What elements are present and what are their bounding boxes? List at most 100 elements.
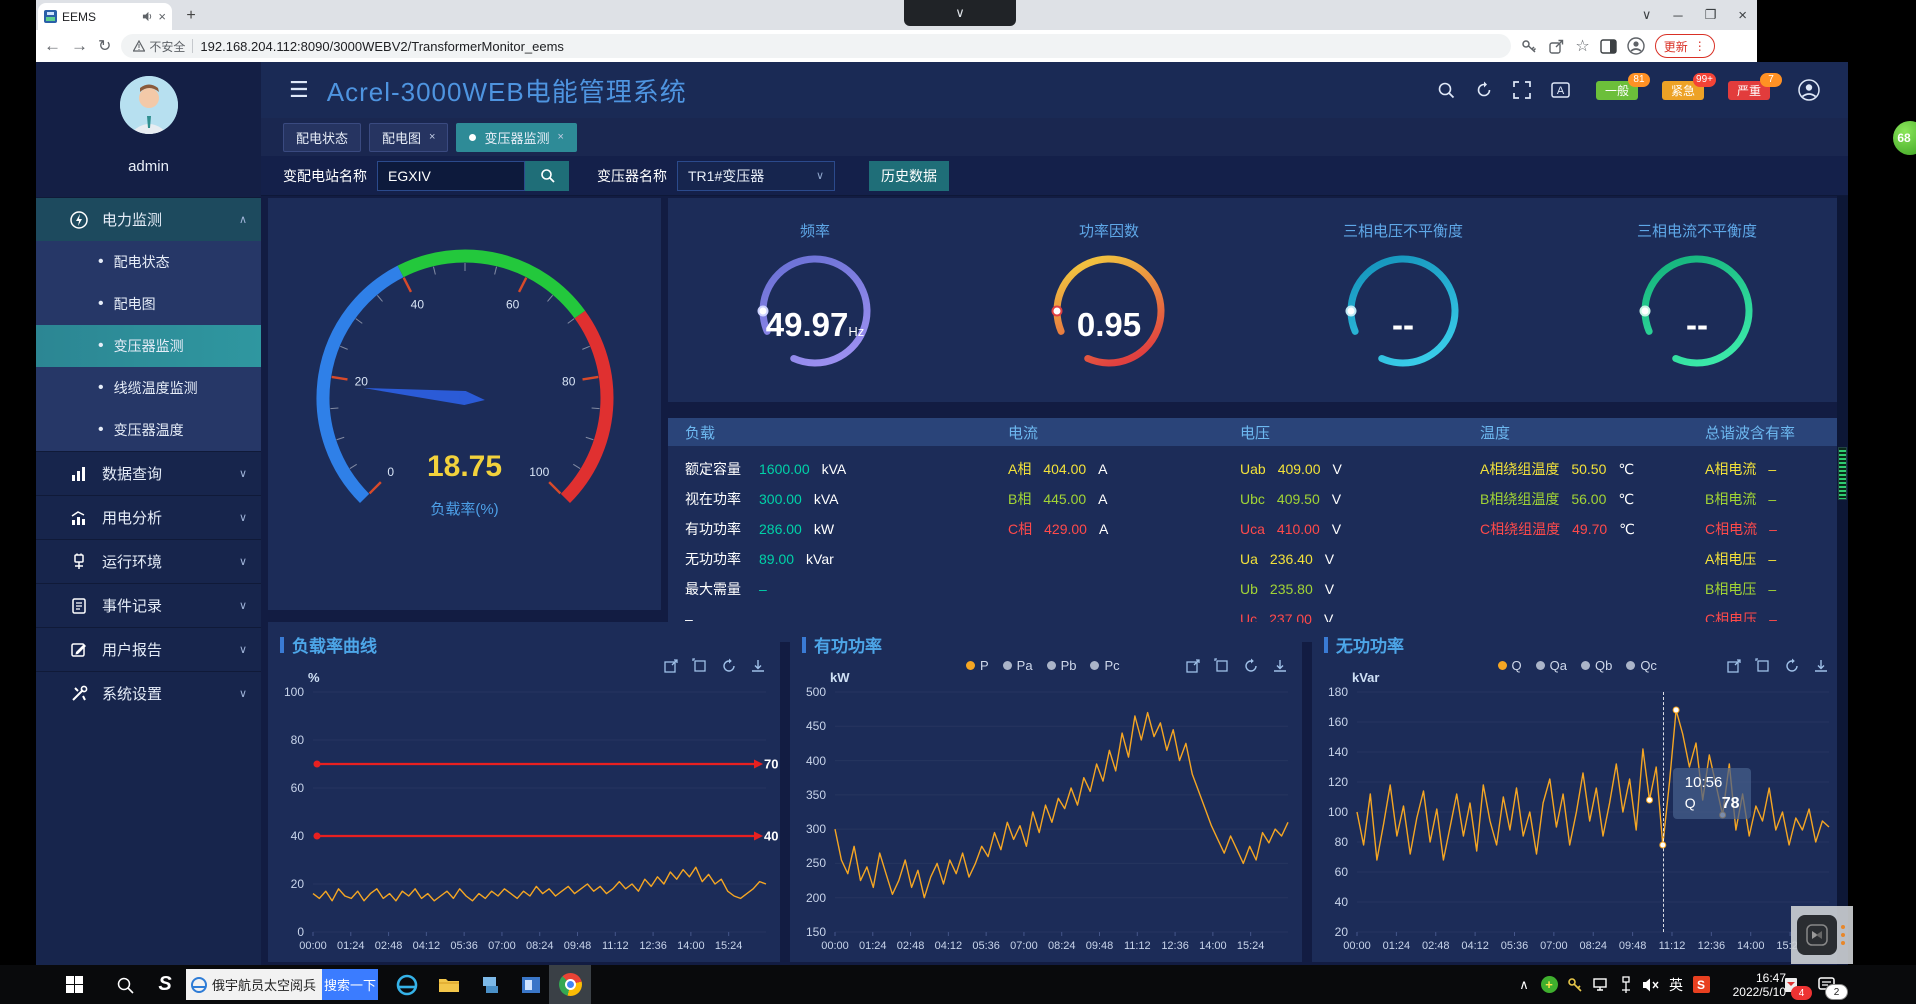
fullscreen-icon[interactable] xyxy=(1513,81,1531,99)
y-tick-label: 180 xyxy=(1314,685,1348,699)
ie-browser-icon[interactable] xyxy=(388,965,426,1004)
sidebar-item-变压器温度[interactable]: •变压器温度 xyxy=(36,409,261,451)
sogou-icon[interactable]: S xyxy=(148,965,182,1004)
tray-volume-muted-icon[interactable] xyxy=(1638,965,1664,1004)
kebab-menu-icon[interactable]: ⋮ xyxy=(1694,39,1706,53)
refresh-sync-icon[interactable] xyxy=(1475,81,1493,99)
events-icon xyxy=(70,597,88,615)
not-secure-warning[interactable]: 不安全 xyxy=(133,38,185,55)
translate-icon[interactable]: A xyxy=(1551,81,1570,99)
sidebar-group-事件记录[interactable]: 事件记录∨ xyxy=(36,583,261,627)
tray-message-icon[interactable]: 2 xyxy=(1812,965,1844,1004)
tray-usb-icon[interactable] xyxy=(1614,965,1638,1004)
sidebar-group-用电分析[interactable]: 用电分析 ∨ xyxy=(36,495,261,539)
tab-search-chevron-icon[interactable]: ∨ xyxy=(1642,7,1652,23)
page-scrollbar[interactable] xyxy=(1837,196,1848,965)
station-search-button[interactable] xyxy=(525,161,569,191)
bookmark-star-icon[interactable]: ☆ xyxy=(1575,36,1589,56)
tray-network-icon[interactable] xyxy=(1588,965,1614,1004)
hamburger-menu-icon[interactable]: ☰ xyxy=(289,77,309,103)
y-tick-label: 500 xyxy=(792,685,826,699)
sidebar-item-配电状态[interactable]: •配电状态 xyxy=(36,241,261,283)
close-button[interactable]: × xyxy=(1738,7,1747,24)
chrome-update-button[interactable]: 更新 ⋮ xyxy=(1655,34,1715,58)
chevron-down-icon: ∨ xyxy=(239,511,247,524)
alarm-badge-一般[interactable]: 一般81 xyxy=(1596,81,1638,100)
profile-icon[interactable] xyxy=(1627,37,1645,55)
search-icon[interactable] xyxy=(1437,81,1455,99)
y-tick-label: 140 xyxy=(1314,745,1348,759)
sidebar-item-配电图[interactable]: •配电图 xyxy=(36,283,261,325)
tray-expand-icon[interactable]: ∧ xyxy=(1512,965,1536,1004)
sidebar-group-数据查询[interactable]: 数据查询∨ xyxy=(36,451,261,495)
alarm-count: 7 xyxy=(1760,73,1782,87)
search-now-button[interactable]: 搜索一下 xyxy=(322,969,378,1000)
chrome-taskbar-active[interactable] xyxy=(549,965,591,1004)
alarm-badge-紧急[interactable]: 紧急99+ xyxy=(1662,81,1704,100)
tray-sogou-icon[interactable]: S xyxy=(1688,965,1714,1004)
row-label: A相 xyxy=(1008,459,1031,479)
tooltip-crosshair-line xyxy=(1663,692,1664,932)
x-tick-label: 04:12 xyxy=(935,940,963,952)
recorder-menu-dots[interactable] xyxy=(1841,925,1845,945)
tab-close-icon[interactable]: × xyxy=(557,131,563,143)
row-value: – xyxy=(1768,461,1776,477)
chrome-icon xyxy=(559,973,582,996)
tray-notification-icon[interactable]: 4 xyxy=(1778,965,1808,1004)
tray-accelerator-icon[interactable]: + xyxy=(1536,965,1562,1004)
user-icon[interactable] xyxy=(1798,79,1820,101)
new-tab-button[interactable]: + xyxy=(180,5,202,27)
media-app-icon[interactable] xyxy=(514,965,548,1004)
chevron-up-icon: ∧ xyxy=(239,213,247,226)
sidebar-group-用户报告[interactable]: 用户报告∨ xyxy=(36,627,261,671)
browser-tab[interactable]: EEMS × xyxy=(38,3,172,30)
scrollbar-thumb[interactable] xyxy=(1838,447,1847,500)
url-bar[interactable]: 不安全 192.168.204.112:8090/3000WEBV2/Trans… xyxy=(121,34,1511,58)
sidebar-group-label: 用电分析 xyxy=(102,507,162,528)
side-panel-icon[interactable] xyxy=(1600,39,1617,54)
tab-配电状态[interactable]: 配电状态 xyxy=(283,123,361,152)
avatar[interactable] xyxy=(120,76,178,134)
kpi-value: 49.97Hz xyxy=(668,306,962,344)
transformer-select[interactable]: TR1#变压器 ∨ xyxy=(677,161,835,191)
ime-indicator[interactable]: 英 xyxy=(1664,965,1688,1004)
row-unit: V xyxy=(1333,461,1342,477)
minimize-button[interactable]: ─ xyxy=(1673,8,1682,23)
taskbar-search-widget[interactable]: 俄宇航员太空阅兵搜索一下 xyxy=(186,969,378,1000)
tab-配电图[interactable]: 配电图× xyxy=(369,123,448,152)
history-data-button[interactable]: 历史数据 xyxy=(869,161,949,191)
restore-button[interactable]: ❐ xyxy=(1705,7,1717,23)
row-label: C相电流 xyxy=(1705,519,1757,539)
sidebar-item-变压器监测[interactable]: •变压器监测 xyxy=(36,325,261,367)
table-row: Ub235.80V xyxy=(1240,574,1334,604)
alarm-badge-严重[interactable]: 严重7 xyxy=(1728,81,1770,100)
start-button[interactable] xyxy=(57,965,91,1004)
window-controls: ∨ ─ ❐ × xyxy=(1642,0,1747,30)
row-unit: V xyxy=(1332,491,1341,507)
tab-变压器监测[interactable]: 变压器监测× xyxy=(456,123,576,152)
recorder-logo-icon[interactable] xyxy=(1797,915,1837,955)
print-tool-icon[interactable] xyxy=(472,965,510,1004)
sidebar-group-电力监测[interactable]: 电力监测∧ xyxy=(36,197,261,241)
screenshare-toolbar-pill[interactable]: ∨ xyxy=(904,0,1016,26)
sidebar-group-运行环境[interactable]: 运行环境∨ xyxy=(36,539,261,583)
floating-accelerator-ball[interactable]: 68 xyxy=(1893,121,1916,155)
tab-audio-icon[interactable] xyxy=(142,11,153,22)
tab-close-icon[interactable]: × xyxy=(429,131,435,143)
reload-icon[interactable]: ↻ xyxy=(98,36,111,56)
share-icon[interactable] xyxy=(1548,38,1565,55)
sidebar-item-线缆温度监测[interactable]: •线缆温度监测 xyxy=(36,367,261,409)
sidebar-group-系统设置[interactable]: 系统设置∨ xyxy=(36,671,261,715)
file-explorer-icon[interactable] xyxy=(430,965,468,1004)
back-icon[interactable]: ← xyxy=(44,36,61,56)
table-row: C相电流– xyxy=(1705,514,1777,544)
svg-text:70: 70 xyxy=(764,757,778,772)
password-key-icon[interactable] xyxy=(1521,38,1538,55)
taskbar-search-icon[interactable] xyxy=(108,965,142,1004)
recorder-overlay-panel[interactable] xyxy=(1791,906,1853,964)
forward-icon[interactable]: → xyxy=(71,36,88,56)
tab-close-icon[interactable]: × xyxy=(158,9,166,24)
tray-keys-icon[interactable] xyxy=(1562,965,1588,1004)
station-input[interactable]: EGXIV xyxy=(377,161,525,191)
hot-search-text[interactable]: 俄宇航员太空阅兵 xyxy=(212,975,322,994)
